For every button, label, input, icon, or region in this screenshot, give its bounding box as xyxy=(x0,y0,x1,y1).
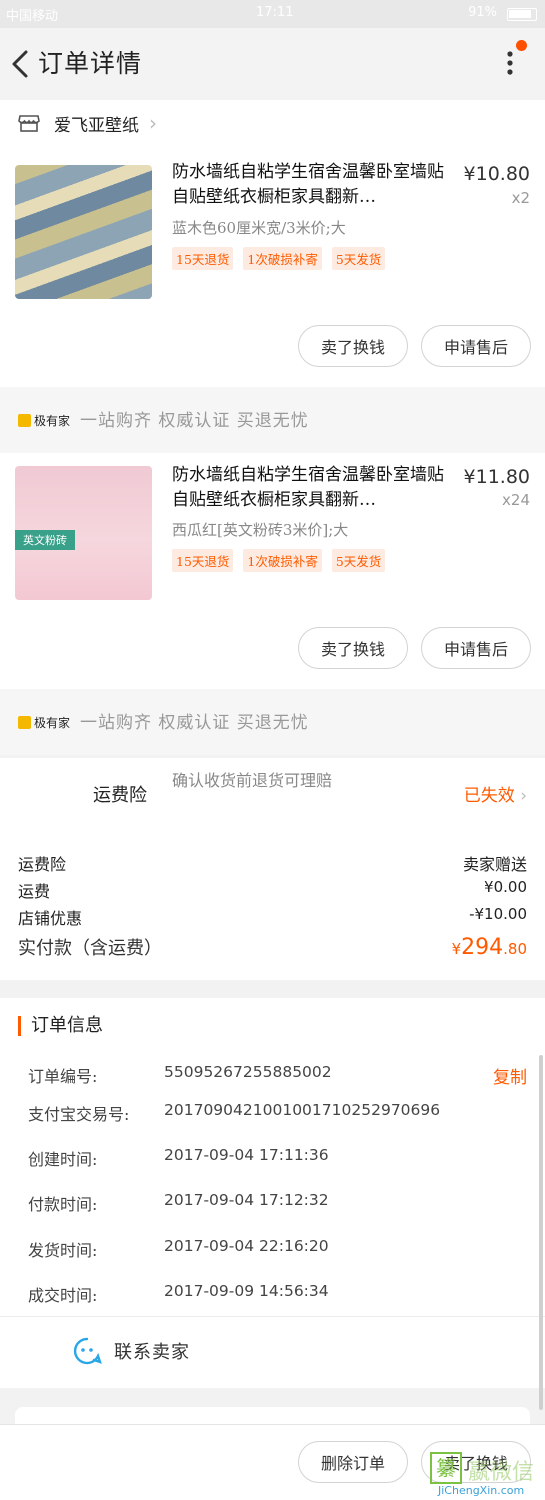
more-menu-icon[interactable] xyxy=(498,46,522,80)
status-bar: 中国移动 17:11 91% xyxy=(0,0,545,28)
after-sale-button[interactable]: 申请售后 xyxy=(421,325,531,367)
shop-icon xyxy=(18,115,40,132)
product-title[interactable]: 防水墙纸自粘学生宿舍温馨卧室墙贴自贴壁纸衣橱柜家具翻新… xyxy=(172,463,452,513)
after-sale-button[interactable]: 申请售后 xyxy=(421,627,531,669)
service-tag: 5天发货 xyxy=(331,247,386,270)
payment-summary: 运费险 确认收货前退货可理赔 已失效 › 运费险 卖家赠送 运费 ¥0.00 店铺优… xyxy=(0,758,545,980)
guarantee-strip: 极有家 一站购齐 权威认证 买退无忧 xyxy=(0,387,545,453)
product-image[interactable] xyxy=(15,165,152,299)
section-title: 订单信息 xyxy=(18,1016,103,1036)
delete-order-button[interactable]: 删除订单 xyxy=(298,1441,408,1483)
insurance-status[interactable]: 已失效 › xyxy=(464,781,527,806)
fee-row: 运费 ¥0.00 xyxy=(18,878,527,901)
service-tag: 15天退货 xyxy=(172,549,234,572)
shop-card: 爱飞亚壁纸 › 防水墙纸自粘学生宿舍温馨卧室墙贴自贴壁纸衣橱柜家具翻新… ¥10… xyxy=(0,100,545,387)
item-card: 英文粉砖 防水墙纸自粘学生宿舍温馨卧室墙贴自贴壁纸衣橱柜家具翻新… ¥11.80… xyxy=(0,453,545,689)
service-tag: 1次破损补寄 xyxy=(243,247,322,270)
page-title: 订单详情 xyxy=(38,49,143,78)
copy-button[interactable]: 复制 xyxy=(493,1063,527,1088)
notification-dot xyxy=(516,40,527,51)
guarantee-text: 一站购齐 权威认证 买退无忧 xyxy=(80,713,309,733)
scrollbar[interactable] xyxy=(539,1055,543,1410)
divider xyxy=(0,1316,545,1317)
back-arrow-icon[interactable] xyxy=(8,48,34,80)
product-quantity: x2 xyxy=(511,189,530,207)
house-icon xyxy=(18,716,31,729)
clock: 17:11 xyxy=(256,5,294,20)
product-sku: 西瓜红[英文粉砖3米价];大 xyxy=(172,521,349,539)
service-tag: 5天发货 xyxy=(331,549,386,572)
total-label: 实付款（含运费） xyxy=(18,938,162,959)
battery-percent: 91% xyxy=(468,5,497,20)
service-tags: 15天退货 1次破损补寄 5天发货 xyxy=(172,549,386,572)
carrier-text: 中国移动 xyxy=(6,9,59,24)
brand-logo: 极有家 xyxy=(18,412,70,429)
resell-button[interactable]: 卖了换钱 xyxy=(298,325,408,367)
product-sku: 蓝木色60厘米宽/3米价;大 xyxy=(172,219,346,237)
product-image-label: 英文粉砖 xyxy=(15,530,75,550)
total-row: 实付款（含运费） ¥294.80 xyxy=(18,934,527,960)
card-edge xyxy=(15,1407,530,1424)
chevron-right-icon: › xyxy=(520,786,527,806)
order-info: 订单信息 订单编号: 55095267255885002 复制 支付宝交易号: … xyxy=(0,998,545,1388)
product-title[interactable]: 防水墙纸自粘学生宿舍温馨卧室墙贴自贴壁纸衣橱柜家具翻新… xyxy=(172,160,452,210)
product-price: ¥10.80 xyxy=(463,163,530,185)
service-tag: 15天退货 xyxy=(172,247,234,270)
resell-button[interactable]: 卖了换钱 xyxy=(298,627,408,669)
product-quantity: x24 xyxy=(502,491,530,509)
fee-row: 店铺优惠 -¥10.00 xyxy=(18,905,527,928)
chevron-right-icon: › xyxy=(149,111,157,135)
product-price: ¥11.80 xyxy=(463,466,530,488)
insurance-title: 运费险 xyxy=(93,785,147,806)
service-tag: 1次破损补寄 xyxy=(243,549,322,572)
nav-bar: 订单详情 xyxy=(0,28,545,100)
order-number: 55095267255885002 xyxy=(164,1063,332,1081)
brand-logo: 极有家 xyxy=(18,714,70,731)
house-icon xyxy=(18,414,31,427)
total-amount: ¥294.80 xyxy=(451,935,527,960)
guarantee-strip: 极有家 一站购齐 权威认证 买退无忧 xyxy=(0,689,545,755)
shop-header[interactable]: 爱飞亚壁纸 › xyxy=(18,110,157,136)
contact-seller-button[interactable]: 联系卖家 xyxy=(72,1336,190,1366)
fee-row: 运费险 卖家赠送 xyxy=(18,855,527,874)
shop-name: 爱飞亚壁纸 xyxy=(54,115,139,136)
watermark-logo: 纂 嬴微信 JiChengXin.com xyxy=(428,1452,543,1497)
insurance-desc: 确认收货前退货可理赔 xyxy=(172,771,333,790)
product-image[interactable]: 英文粉砖 xyxy=(15,466,152,600)
chat-bubble-icon xyxy=(73,1337,102,1365)
service-tags: 15天退货 1次破损补寄 5天发货 xyxy=(172,247,386,270)
battery-icon xyxy=(507,8,537,21)
guarantee-text: 一站购齐 权威认证 买退无忧 xyxy=(80,411,309,431)
